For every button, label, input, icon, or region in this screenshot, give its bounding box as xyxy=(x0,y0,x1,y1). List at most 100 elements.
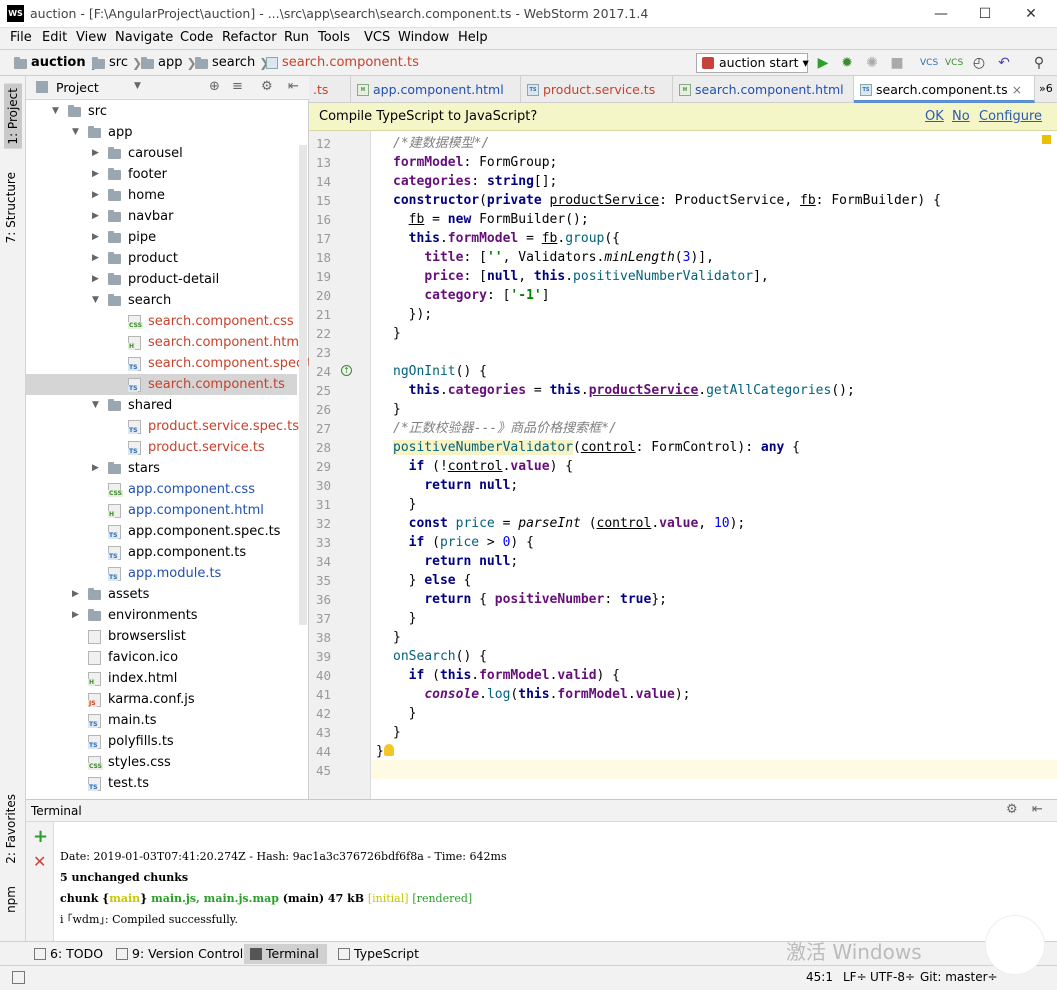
maximize-icon[interactable]: ☐ xyxy=(962,0,1008,28)
chevron-right-icon[interactable]: ▶ xyxy=(92,143,99,164)
menu-vcs[interactable]: VCS xyxy=(364,30,390,45)
code-line[interactable]: this.formModel = fb.group({ xyxy=(393,229,620,248)
editor-tab[interactable]: Hsearch.component.html xyxy=(673,76,854,103)
hide-panel-icon[interactable]: ⇤ xyxy=(1032,802,1043,817)
structure-tool-tab[interactable]: 7: Structure xyxy=(4,172,18,243)
code-line[interactable]: } xyxy=(393,628,401,647)
chevron-right-icon[interactable]: ▶ xyxy=(92,458,99,479)
ok-link[interactable]: OK xyxy=(925,109,944,124)
editor-tab[interactable]: .ts xyxy=(309,76,351,103)
editor-tab[interactable]: TS product.service.ts xyxy=(521,76,673,103)
code-line[interactable]: return { positiveNumber: true}; xyxy=(393,590,667,609)
tree-file[interactable]: TS polyfills.ts xyxy=(26,731,297,752)
code-line[interactable]: categories: string[]; xyxy=(393,172,557,191)
chevron-right-icon[interactable]: ▶ xyxy=(92,269,99,290)
tree-folder[interactable]: ▶ pipe xyxy=(26,227,297,248)
minimize-icon[interactable]: — xyxy=(918,0,964,28)
collapse-all-icon[interactable]: ≡ xyxy=(232,79,243,94)
tree-file[interactable]: TS search.component.ts xyxy=(26,374,297,395)
code-line[interactable]: } xyxy=(393,495,417,514)
close-session-icon[interactable]: ✕ xyxy=(33,852,46,871)
code-line[interactable]: positiveNumberValidator(control: FormCon… xyxy=(393,438,800,457)
terminal-tab[interactable]: Terminal xyxy=(244,944,327,964)
breadcrumb-src[interactable]: src ❯ xyxy=(92,55,142,70)
code-line[interactable]: } xyxy=(393,324,401,343)
code-line[interactable]: /*建数据模型*/ xyxy=(393,134,489,153)
code-line[interactable]: fb = new FormBuilder(); xyxy=(393,210,589,229)
tree-file[interactable]: TS main.ts xyxy=(26,710,297,731)
gear-icon[interactable]: ⚙ xyxy=(261,79,273,94)
code-line[interactable]: category: ['-1'] xyxy=(393,286,549,305)
close-tab-icon[interactable]: × xyxy=(1008,82,1022,97)
debug-icon[interactable]: ✹ xyxy=(838,54,856,72)
menu-window[interactable]: Window xyxy=(398,30,449,45)
chevron-down-icon[interactable]: ▼ xyxy=(72,122,79,143)
code-line[interactable]: } else { xyxy=(393,571,472,590)
menu-file[interactable]: File xyxy=(10,30,32,45)
configure-link[interactable]: Configure xyxy=(979,109,1042,124)
file-encoding[interactable]: UTF-8÷ xyxy=(870,970,915,984)
tree-file[interactable]: TS app.component.ts xyxy=(26,542,297,563)
menu-refactor[interactable]: Refactor xyxy=(222,30,277,45)
vcs-commit-icon[interactable]: VCS xyxy=(945,54,963,72)
code-line[interactable]: price: [null, this.positiveNumberValidat… xyxy=(393,267,768,286)
project-tool-tab[interactable]: 1: Project xyxy=(4,84,22,149)
tool-windows-icon[interactable] xyxy=(12,971,25,984)
version-control-tab[interactable]: 9: Version Control xyxy=(110,944,251,964)
tree-folder[interactable]: ▼ src xyxy=(26,101,297,122)
coverage-icon[interactable]: ✺ xyxy=(863,54,881,72)
tree-file[interactable]: CSS styles.css xyxy=(26,752,297,773)
breadcrumb-file[interactable]: search.component.ts xyxy=(266,55,419,70)
menu-tools[interactable]: Tools xyxy=(318,30,350,45)
tree-folder[interactable]: ▶ navbar xyxy=(26,206,297,227)
menu-view[interactable]: View xyxy=(76,30,107,45)
new-session-icon[interactable]: + xyxy=(33,826,48,847)
tree-folder[interactable]: ▶ stars xyxy=(26,458,297,479)
inspection-status-icon[interactable] xyxy=(1042,135,1051,144)
breadcrumb-search[interactable]: search ❯ xyxy=(195,55,269,70)
chevron-right-icon[interactable]: ▶ xyxy=(92,185,99,206)
git-branch[interactable]: Git: master÷ xyxy=(920,970,998,984)
tab-overflow-button[interactable]: »6 xyxy=(1039,82,1053,95)
chevron-right-icon[interactable]: ▶ xyxy=(72,584,79,605)
chevron-right-icon[interactable]: ▶ xyxy=(72,605,79,626)
chevron-down-icon[interactable]: ▼ xyxy=(134,81,141,91)
code-line[interactable]: /*正数校验器---》商品价格搜索框*/ xyxy=(393,419,617,438)
chevron-right-icon[interactable]: ▶ xyxy=(92,164,99,185)
code-line[interactable]: } xyxy=(376,742,384,761)
tree-file[interactable]: Hindex.html xyxy=(26,668,297,689)
run-configuration-select[interactable]: auction start ▾ xyxy=(696,53,809,73)
code-line[interactable]: if (this.formModel.valid) { xyxy=(393,666,620,685)
history-icon[interactable]: ◴ xyxy=(970,54,988,72)
chevron-right-icon[interactable]: ▶ xyxy=(92,248,99,269)
tree-file[interactable]: Hsearch.component.html xyxy=(26,332,303,353)
search-everywhere-icon[interactable]: ⚲ xyxy=(1030,54,1048,72)
code-line[interactable]: } xyxy=(393,723,401,742)
code-line[interactable]: return null; xyxy=(393,476,518,495)
tree-file[interactable]: TS search.component.spec.ts xyxy=(26,353,319,374)
menu-code[interactable]: Code xyxy=(180,30,213,45)
code-line[interactable]: const price = parseInt (control.value, 1… xyxy=(393,514,746,533)
tree-file[interactable]: TS test.ts xyxy=(26,773,297,794)
vcs-update-icon[interactable]: VCS xyxy=(920,54,938,72)
tree-file[interactable]: TS app.module.ts xyxy=(26,563,297,584)
caret-position[interactable]: 45:1 xyxy=(806,970,833,984)
npm-tool-tab[interactable]: npm xyxy=(4,886,18,913)
breadcrumb-app[interactable]: app ❯ xyxy=(141,55,197,70)
code-line[interactable]: } xyxy=(393,400,401,419)
tree-folder[interactable]: ▼ search xyxy=(26,290,297,311)
stop-icon[interactable]: ■ xyxy=(888,54,906,72)
code-line[interactable]: console.log(this.formModel.value); xyxy=(393,685,690,704)
chevron-right-icon[interactable]: ▶ xyxy=(92,206,99,227)
tree-folder[interactable]: ▶ carousel xyxy=(26,143,297,164)
tree-file[interactable]: TS app.component.spec.ts xyxy=(26,521,297,542)
chevron-right-icon[interactable]: ▶ xyxy=(92,227,99,248)
code-line[interactable]: } xyxy=(393,609,417,628)
code-line[interactable]: ngOnInit() { xyxy=(393,362,487,381)
tree-folder[interactable]: ▶ home xyxy=(26,185,297,206)
project-view-select[interactable]: Project xyxy=(56,80,99,95)
code-line[interactable]: }); xyxy=(393,305,433,324)
chevron-down-icon[interactable]: ▼ xyxy=(92,395,99,416)
code-line[interactable]: formModel: FormGroup; xyxy=(393,153,557,172)
tree-folder[interactable]: ▼ shared xyxy=(26,395,297,416)
